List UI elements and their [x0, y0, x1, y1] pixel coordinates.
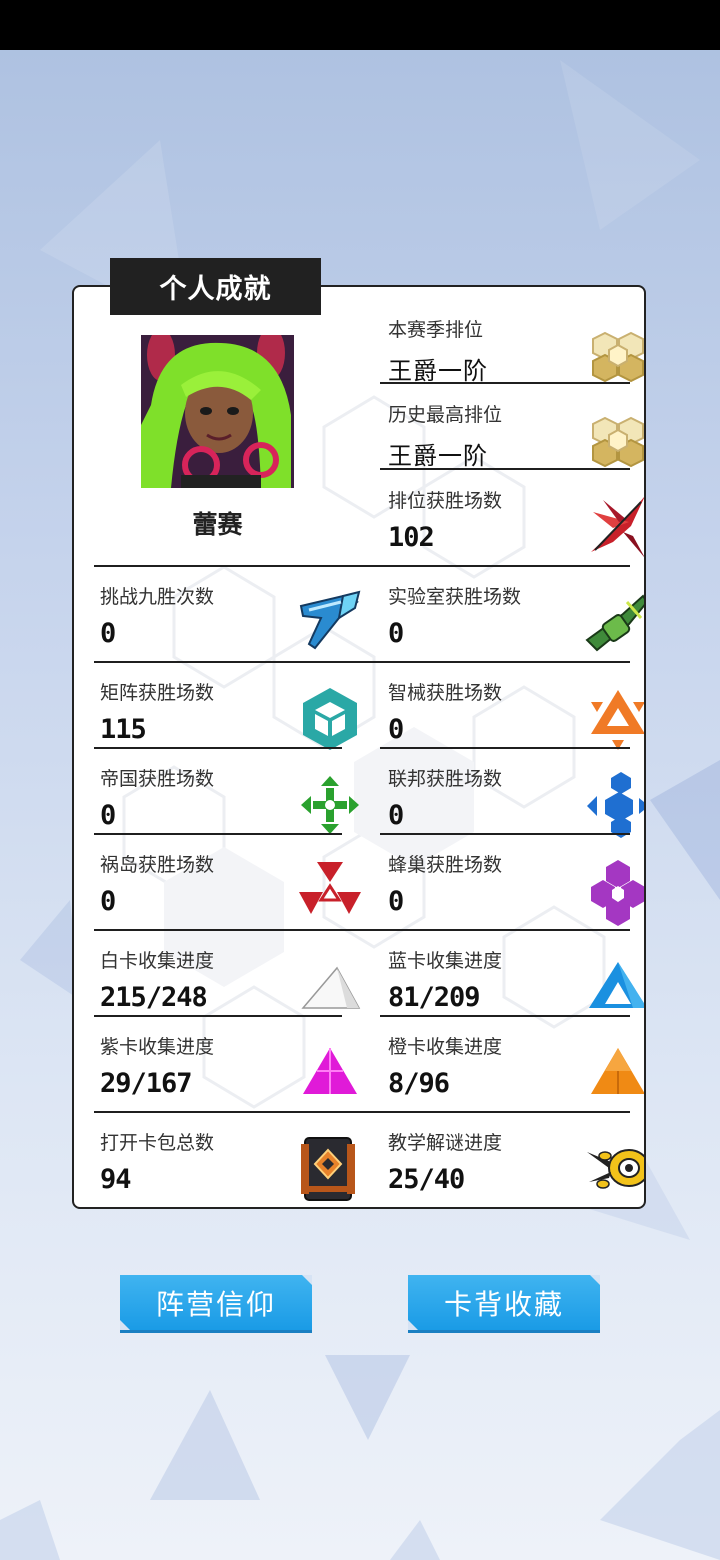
white-triangle-icon [295, 952, 365, 1022]
divider [94, 833, 342, 835]
stat-value: 8/96 [388, 1068, 450, 1099]
challenge-nine-wins: 挑战九胜次数 0 [100, 582, 365, 666]
stat-label: 智械获胜场数 [388, 682, 503, 704]
red-triangles-icon [295, 856, 365, 926]
divider [380, 747, 630, 749]
stat-value: 94 [100, 1164, 132, 1195]
stat-label: 联邦获胜场数 [388, 768, 503, 790]
status-bar [0, 0, 720, 50]
stat-value: 0 [388, 886, 404, 917]
stat-label: 挑战九胜次数 [100, 586, 215, 608]
stat-label: 橙卡收集进度 [388, 1036, 503, 1058]
divider [380, 1015, 630, 1017]
stat-value: 25/40 [388, 1164, 465, 1195]
stat-label: 本赛季排位 [388, 319, 484, 341]
stat-label: 历史最高排位 [388, 404, 503, 426]
calamity-wins: 祸岛获胜场数 0 [100, 850, 365, 934]
hive-wins: 蜂巢获胜场数 0 [388, 850, 644, 934]
achievement-panel: 蕾赛 本赛季排位 王爵一阶 历史最高排位 王爵一阶 排位获胜场数 102 挑战九… [72, 285, 646, 1209]
stat-value: 115 [100, 714, 147, 745]
blue-blaster-icon [295, 588, 365, 658]
avatar [141, 335, 294, 488]
purple-hive-icon [583, 856, 644, 926]
stat-label: 排位获胜场数 [388, 490, 503, 512]
stat-label: 祸岛获胜场数 [100, 854, 215, 876]
stat-label: 矩阵获胜场数 [100, 682, 215, 704]
stat-value: 0 [388, 618, 404, 649]
red-winged-ship-icon [583, 492, 644, 562]
card-pack-icon [295, 1134, 365, 1204]
stat-value: 0 [100, 886, 116, 917]
stat-label: 蓝卡收集进度 [388, 950, 503, 972]
stat-label: 蜂巢获胜场数 [388, 854, 503, 876]
highest-rank: 历史最高排位 王爵一阶 [388, 400, 644, 484]
purple-card-progress: 紫卡收集进度 29/167 [100, 1032, 365, 1116]
divider [94, 565, 630, 567]
white-card-progress: 白卡收集进度 215/248 [100, 946, 365, 1030]
orange-triangle-icon [583, 684, 644, 754]
stat-value: 81/209 [388, 982, 481, 1013]
stat-value: 102 [388, 522, 435, 553]
blue-hexagons-icon [583, 770, 644, 840]
stat-value: 29/167 [100, 1068, 193, 1099]
stat-value: 王爵一阶 [388, 442, 488, 470]
stat-label: 打开卡包总数 [100, 1132, 215, 1154]
tutorial-puzzle-progress: 教学解谜进度 25/40 [388, 1128, 644, 1207]
stat-value: 0 [100, 618, 116, 649]
matrix-wins: 矩阵获胜场数 115 [100, 678, 365, 762]
stat-value: 王爵一阶 [388, 357, 488, 385]
season-rank: 本赛季排位 王爵一阶 [388, 315, 644, 399]
stat-value: 215/248 [100, 982, 208, 1013]
rank-wins: 排位获胜场数 102 [388, 486, 644, 570]
yellow-robot-icon [583, 1134, 644, 1204]
stat-value: 0 [388, 714, 404, 745]
card-back-collection-button[interactable]: 卡背收藏 [408, 1275, 600, 1330]
green-cannon-icon [583, 588, 644, 658]
stat-value: 0 [100, 800, 116, 831]
player-name: 蕾赛 [192, 510, 243, 539]
faction-faith-button[interactable]: 阵营信仰 [120, 1275, 312, 1330]
divider [94, 661, 630, 663]
stat-label: 实验室获胜场数 [388, 586, 522, 608]
magenta-triangle-icon [295, 1038, 365, 1108]
divider [380, 382, 630, 384]
blue-triangle-icon [583, 952, 644, 1022]
divider [94, 747, 342, 749]
orange-card-triangle-icon [583, 1038, 644, 1108]
stat-label: 紫卡收集进度 [100, 1036, 215, 1058]
empire-wins: 帝国获胜场数 0 [100, 764, 365, 848]
card-pack-total: 打开卡包总数 94 [100, 1128, 365, 1207]
divider [94, 1111, 630, 1113]
lab-wins: 实验室获胜场数 0 [388, 582, 644, 666]
green-cross-icon [295, 770, 365, 840]
teal-cube-icon [295, 684, 365, 754]
page-title: 个人成就 [110, 258, 321, 315]
mech-wins: 智械获胜场数 0 [388, 678, 644, 762]
divider [94, 929, 630, 931]
orange-card-progress: 橙卡收集进度 8/96 [388, 1032, 644, 1116]
gold-hexagon-badge-icon [583, 406, 644, 476]
federation-wins: 联邦获胜场数 0 [388, 764, 644, 848]
divider [380, 833, 630, 835]
blue-card-progress: 蓝卡收集进度 81/209 [388, 946, 644, 1030]
stat-label: 白卡收集进度 [100, 950, 215, 972]
stat-label: 教学解谜进度 [388, 1132, 503, 1154]
stat-value: 0 [388, 800, 404, 831]
divider [380, 468, 630, 470]
stat-label: 帝国获胜场数 [100, 768, 215, 790]
divider [94, 1015, 342, 1017]
gold-hexagon-badge-icon [583, 321, 644, 391]
